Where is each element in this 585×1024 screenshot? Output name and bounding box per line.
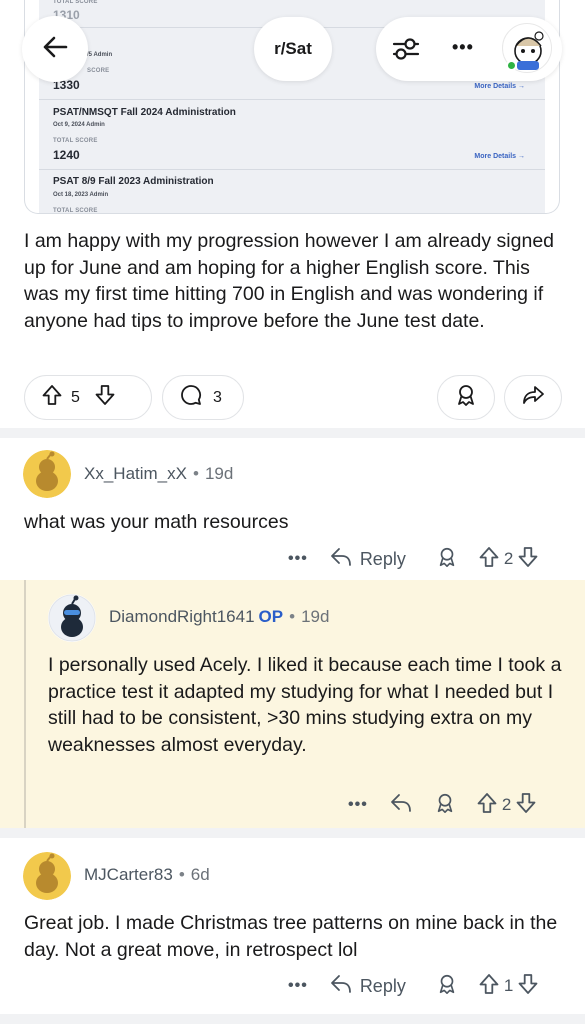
total-score-value: 1240 bbox=[53, 148, 80, 162]
more-details-link[interactable]: More Details → bbox=[474, 153, 525, 160]
separator-dot: • bbox=[192, 464, 199, 483]
comment-count: 3 bbox=[213, 388, 222, 406]
comment-actions: ••• Reply 2 bbox=[288, 544, 539, 574]
comment-actions: ••• Reply 1 bbox=[288, 971, 539, 1001]
more-options-icon[interactable]: ••• bbox=[288, 550, 308, 568]
comment-body: what was your math resources bbox=[24, 511, 289, 533]
reply-label: Reply bbox=[359, 975, 406, 996]
upvote-icon[interactable] bbox=[41, 384, 63, 411]
avatar[interactable] bbox=[23, 852, 71, 900]
test-date: Oct 9, 2024 Admin bbox=[53, 122, 105, 128]
more-options-icon[interactable]: ••• bbox=[348, 796, 368, 814]
comment-age: 19d bbox=[204, 464, 234, 483]
award-icon[interactable] bbox=[434, 792, 456, 819]
comment-body: I personally used Acely. I liked it beca… bbox=[48, 654, 562, 756]
total-score-label: TOTAL SCORE bbox=[53, 0, 98, 5]
total-score-label: SCORE bbox=[87, 68, 110, 74]
more-options-icon[interactable]: ••• bbox=[452, 37, 474, 58]
section-divider bbox=[0, 828, 585, 838]
comment-score: 2 bbox=[501, 795, 512, 814]
comments-button[interactable]: 3 bbox=[162, 375, 244, 420]
upvote-icon[interactable] bbox=[478, 973, 500, 1000]
comment-username[interactable]: Xx_Hatim_xX bbox=[84, 464, 187, 483]
test-name: PSAT 8/9 Fall 2023 Administration bbox=[53, 176, 214, 187]
avatar[interactable] bbox=[48, 594, 96, 642]
upvote-icon[interactable] bbox=[476, 792, 498, 819]
more-options-icon[interactable]: ••• bbox=[288, 977, 308, 995]
reply-button[interactable]: Reply bbox=[330, 974, 406, 999]
more-details-link[interactable]: More Details → bbox=[474, 83, 525, 90]
downvote-icon[interactable] bbox=[515, 792, 537, 819]
score-row-psat-nmsqt: PSAT/NMSQT Fall 2024 Administration Oct … bbox=[39, 100, 545, 170]
comment-age: 6d bbox=[190, 865, 210, 884]
test-date: /5 Admin bbox=[87, 52, 113, 58]
reply-button[interactable] bbox=[390, 793, 412, 818]
comment-bubble-icon bbox=[179, 383, 203, 412]
comment-age: 19d bbox=[301, 607, 330, 626]
section-divider bbox=[0, 428, 585, 438]
post-vote-bar: 5 bbox=[24, 375, 152, 420]
comment-score: 2 bbox=[503, 549, 514, 568]
comment-username[interactable]: MJCarter83 bbox=[84, 865, 173, 884]
op-badge: OP bbox=[258, 607, 284, 626]
comment-actions: ••• 2 bbox=[348, 790, 537, 820]
separator-dot: • bbox=[178, 865, 185, 884]
reply-arrow-icon bbox=[330, 547, 352, 572]
comment-username[interactable]: DiamondRight1641 bbox=[109, 607, 255, 626]
award-icon[interactable] bbox=[436, 546, 458, 573]
upvote-icon[interactable] bbox=[478, 546, 500, 573]
back-button[interactable] bbox=[22, 16, 88, 82]
upvote-count: 5 bbox=[71, 388, 80, 406]
online-status-indicator bbox=[506, 60, 517, 71]
share-button[interactable] bbox=[504, 375, 562, 420]
thread-line[interactable] bbox=[24, 580, 26, 828]
total-score-label: TOTAL SCORE bbox=[53, 138, 98, 144]
award-button[interactable] bbox=[437, 375, 495, 420]
filter-icon[interactable] bbox=[392, 36, 420, 67]
header-actions: ••• bbox=[376, 17, 562, 81]
arrow-left-icon bbox=[41, 33, 69, 66]
downvote-icon[interactable] bbox=[94, 384, 116, 411]
downvote-icon[interactable] bbox=[517, 546, 539, 573]
score-row-psat-89: PSAT 8/9 Fall 2023 Administration Oct 18… bbox=[39, 170, 545, 214]
comment-score: 1 bbox=[503, 976, 514, 995]
comment-meta: Xx_Hatim_xX • 19d bbox=[84, 464, 233, 484]
reply-button[interactable]: Reply bbox=[330, 547, 406, 572]
avatar[interactable] bbox=[23, 450, 71, 498]
section-divider bbox=[0, 1014, 585, 1024]
test-name: PSAT/NMSQT Fall 2024 Administration bbox=[53, 107, 236, 118]
subreddit-button[interactable]: r/Sat bbox=[254, 17, 332, 81]
separator-dot: • bbox=[289, 607, 296, 626]
award-icon bbox=[454, 383, 478, 412]
total-score-label: TOTAL SCORE bbox=[53, 208, 98, 214]
award-icon[interactable] bbox=[436, 973, 458, 1000]
comment-body: Great job. I made Christmas tree pattern… bbox=[24, 912, 558, 961]
post-body-text: I am happy with my progression however I… bbox=[24, 230, 555, 332]
share-icon bbox=[521, 383, 545, 412]
comment-meta: DiamondRight1641 OP • 19d bbox=[109, 607, 329, 627]
downvote-icon[interactable] bbox=[517, 973, 539, 1000]
comment-meta: MJCarter83 • 6d bbox=[84, 865, 210, 885]
reply-label: Reply bbox=[359, 548, 406, 569]
test-date: Oct 18, 2023 Admin bbox=[53, 192, 109, 198]
reply-arrow-icon bbox=[330, 974, 352, 999]
